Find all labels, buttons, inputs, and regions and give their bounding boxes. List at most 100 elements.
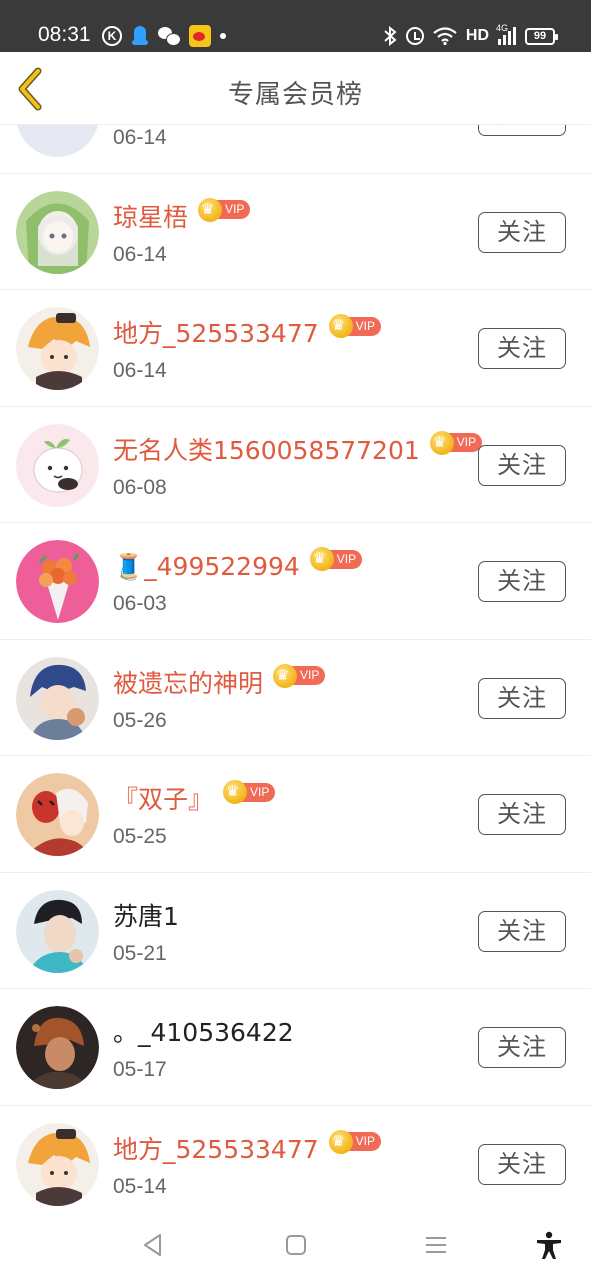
nav-recents-button[interactable] bbox=[421, 1230, 451, 1260]
member-date: 05-21 bbox=[113, 941, 167, 965]
member-name[interactable]: 🧵_499522994 bbox=[113, 550, 300, 584]
nav-accessibility-button[interactable] bbox=[534, 1230, 564, 1260]
alarm-icon bbox=[405, 27, 424, 45]
follow-button[interactable]: 关注 bbox=[478, 910, 566, 952]
member-name[interactable]: 被遗忘的神明 bbox=[113, 667, 263, 701]
follow-button[interactable]: 关注 bbox=[478, 561, 566, 602]
battery-icon: 99 bbox=[525, 27, 558, 45]
avatar[interactable] bbox=[16, 1006, 99, 1089]
status-left-icons: K bbox=[102, 24, 226, 48]
battery-level: 99 bbox=[533, 29, 547, 42]
member-name[interactable]: 无名人类1560058577201 bbox=[113, 434, 420, 468]
avatar[interactable] bbox=[16, 125, 99, 157]
member-name-line: 🧵_499522994 VIP bbox=[113, 547, 363, 584]
avatar[interactable] bbox=[16, 656, 99, 740]
vip-badge: VIP bbox=[328, 314, 381, 338]
member-name-line: 地方_525533477 VIP bbox=[113, 1129, 381, 1167]
crown-icon bbox=[328, 314, 353, 338]
member-row[interactable]: 无名人类1560058577201 VIP 06-08 关注 bbox=[0, 406, 591, 523]
signal-4g-icon: 4G bbox=[496, 23, 516, 45]
member-row[interactable]: 琼星梧 VIP 06-14 关注 bbox=[0, 173, 591, 290]
follow-button[interactable]: 关注 bbox=[478, 1027, 566, 1068]
member-list-viewport[interactable]: 06-14 关注 琼星梧 VIP bbox=[0, 125, 591, 1210]
qq-icon bbox=[131, 26, 149, 46]
member-date: 05-17 bbox=[113, 1058, 167, 1081]
avatar[interactable] bbox=[16, 540, 99, 623]
vip-badge: VIP bbox=[309, 547, 363, 571]
accessibility-icon bbox=[537, 1231, 561, 1259]
crown-icon bbox=[309, 547, 334, 571]
page-title: 专属会员榜 bbox=[227, 80, 363, 110]
vip-badge: VIP bbox=[198, 197, 251, 222]
crown-icon bbox=[429, 430, 454, 455]
nav-home-button[interactable] bbox=[281, 1230, 311, 1260]
follow-button[interactable]: 关注 bbox=[478, 444, 566, 486]
member-date: 06-14 bbox=[113, 242, 167, 266]
weibo-icon bbox=[189, 25, 211, 47]
member-row[interactable]: 地方_525533477 VIP 06-14 关注 bbox=[0, 290, 591, 407]
member-row[interactable]: 被遗忘的神明 VIP 05-26 关注 bbox=[0, 639, 591, 756]
member-row[interactable]: 🧵_499522994 VIP 06-03 关注 bbox=[0, 523, 591, 640]
status-time: 08:31 bbox=[38, 23, 91, 46]
member-date: 06-14 bbox=[113, 359, 167, 382]
vip-badge: VIP bbox=[328, 1129, 381, 1154]
recents-menu-icon bbox=[426, 1237, 446, 1253]
member-list: 06-14 关注 琼星梧 VIP bbox=[0, 125, 591, 1210]
follow-button[interactable]: 关注 bbox=[478, 211, 566, 253]
member-row[interactable]: 06-14 关注 bbox=[0, 125, 591, 174]
crown-icon bbox=[223, 780, 248, 804]
member-name[interactable]: 琼星梧 bbox=[113, 201, 188, 235]
member-name[interactable]: 地方_525533477 bbox=[113, 1133, 319, 1167]
member-name[interactable]: 苏唐1 bbox=[113, 900, 179, 934]
crown-icon bbox=[273, 663, 298, 688]
member-row[interactable]: 『双子』 VIP 05-25 关注 bbox=[0, 756, 591, 873]
member-date: 06-08 bbox=[113, 475, 167, 499]
member-name-line: 地方_525533477 VIP bbox=[113, 314, 381, 351]
member-date: 06-03 bbox=[113, 592, 167, 615]
member-row[interactable]: 地方_525533477 VIP 05-14 关注 bbox=[0, 1105, 591, 1210]
follow-button[interactable]: 关注 bbox=[478, 794, 566, 835]
avatar[interactable] bbox=[16, 190, 99, 274]
avatar[interactable] bbox=[16, 773, 99, 856]
nav-back-button[interactable] bbox=[138, 1230, 168, 1260]
vip-badge: VIP bbox=[273, 663, 326, 688]
app-screen: 08:31 K HD 4G 99 专属会员榜 06-14 琼星梧 ♛ VIP 0… bbox=[0, 0, 591, 1280]
member-date: 05-25 bbox=[113, 825, 167, 848]
member-row[interactable]: 苏唐1 05-21 关注 bbox=[0, 872, 591, 989]
back-triangle-icon bbox=[144, 1234, 161, 1256]
vip-badge: VIP bbox=[223, 780, 276, 804]
home-square-icon bbox=[286, 1235, 306, 1255]
vip-badge: VIP bbox=[429, 430, 483, 455]
member-name[interactable]: 『双子』 bbox=[113, 783, 213, 817]
member-name-line: 琼星梧 VIP bbox=[113, 197, 251, 235]
member-row[interactable]: 。_410536422 05-17 关注 bbox=[0, 989, 591, 1106]
member-name-line: 苏唐1 bbox=[113, 900, 179, 934]
member-name[interactable]: 。_410536422 bbox=[113, 1016, 294, 1050]
bluetooth-icon bbox=[384, 26, 397, 46]
follow-button[interactable]: 关注 bbox=[478, 1143, 566, 1185]
follow-button[interactable]: 关注 bbox=[478, 677, 566, 719]
avatar[interactable] bbox=[16, 1122, 99, 1206]
notification-dot-icon bbox=[220, 33, 226, 39]
crown-icon bbox=[198, 197, 223, 222]
member-name-line: 『双子』 VIP bbox=[113, 780, 276, 817]
member-name-line: 。_410536422 bbox=[113, 1016, 294, 1050]
follow-button[interactable]: 关注 bbox=[478, 125, 566, 136]
crown-icon bbox=[328, 1129, 353, 1154]
avatar[interactable] bbox=[16, 423, 99, 507]
system-nav-bar bbox=[0, 1210, 591, 1280]
hd-label: HD bbox=[465, 27, 489, 44]
member-name-line: 被遗忘的神明 VIP bbox=[113, 663, 326, 701]
header: 专属会员榜 bbox=[0, 52, 591, 125]
network-label: 4G bbox=[496, 23, 509, 33]
member-name-line: 无名人类1560058577201 VIP bbox=[113, 430, 483, 468]
status-right-icons: HD 4G 99 bbox=[383, 23, 558, 48]
wifi-icon bbox=[433, 27, 457, 45]
member-date: 06-14 bbox=[113, 126, 167, 149]
member-date: 05-26 bbox=[113, 708, 167, 732]
follow-button[interactable]: 关注 bbox=[478, 328, 566, 369]
member-name[interactable]: 地方_525533477 bbox=[113, 317, 319, 351]
avatar[interactable] bbox=[16, 307, 99, 390]
status-bar: 08:31 K HD 4G 99 bbox=[0, 0, 591, 52]
avatar[interactable] bbox=[16, 889, 99, 973]
